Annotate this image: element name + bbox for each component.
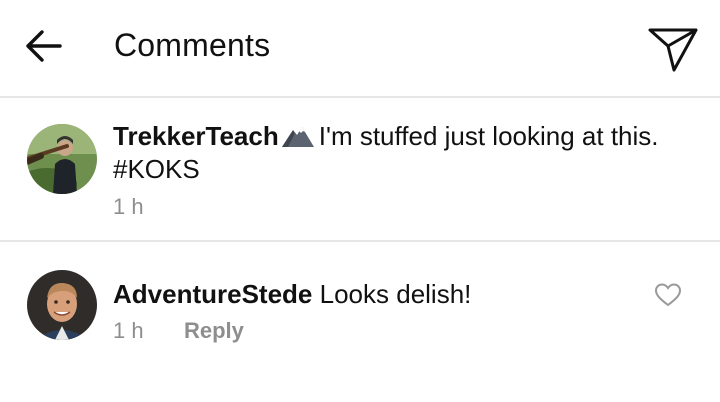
arrow-left-icon <box>26 30 62 62</box>
avatar[interactable] <box>27 270 97 340</box>
share-button[interactable] <box>646 22 700 74</box>
comment-timestamp: 1 h <box>113 194 144 219</box>
comment-item: TrekkerTeach I'm stuffed just looking at… <box>0 98 720 242</box>
comment-username[interactable]: AdventureStede <box>113 279 312 309</box>
mountain-icon <box>281 127 314 147</box>
back-button[interactable] <box>20 26 66 66</box>
paper-plane-icon <box>648 28 698 72</box>
header-bar: Comments <box>0 0 720 98</box>
reply-button[interactable]: Reply <box>184 318 244 344</box>
comment-body: Looks delish! <box>319 279 472 309</box>
avatar[interactable] <box>27 124 97 194</box>
page-title: Comments <box>114 27 271 63</box>
comment-timestamp: 1 h <box>113 318 144 343</box>
comment-item: AdventureStede Looks delish! 1 h Reply <box>0 242 720 362</box>
comment-username[interactable]: TrekkerTeach <box>113 121 279 151</box>
comment-text: TrekkerTeach I'm stuffed just looking at… <box>113 120 713 186</box>
like-button[interactable] <box>654 282 682 308</box>
heart-outline-icon <box>654 283 682 307</box>
comment-text: AdventureStede Looks delish! <box>113 278 633 311</box>
